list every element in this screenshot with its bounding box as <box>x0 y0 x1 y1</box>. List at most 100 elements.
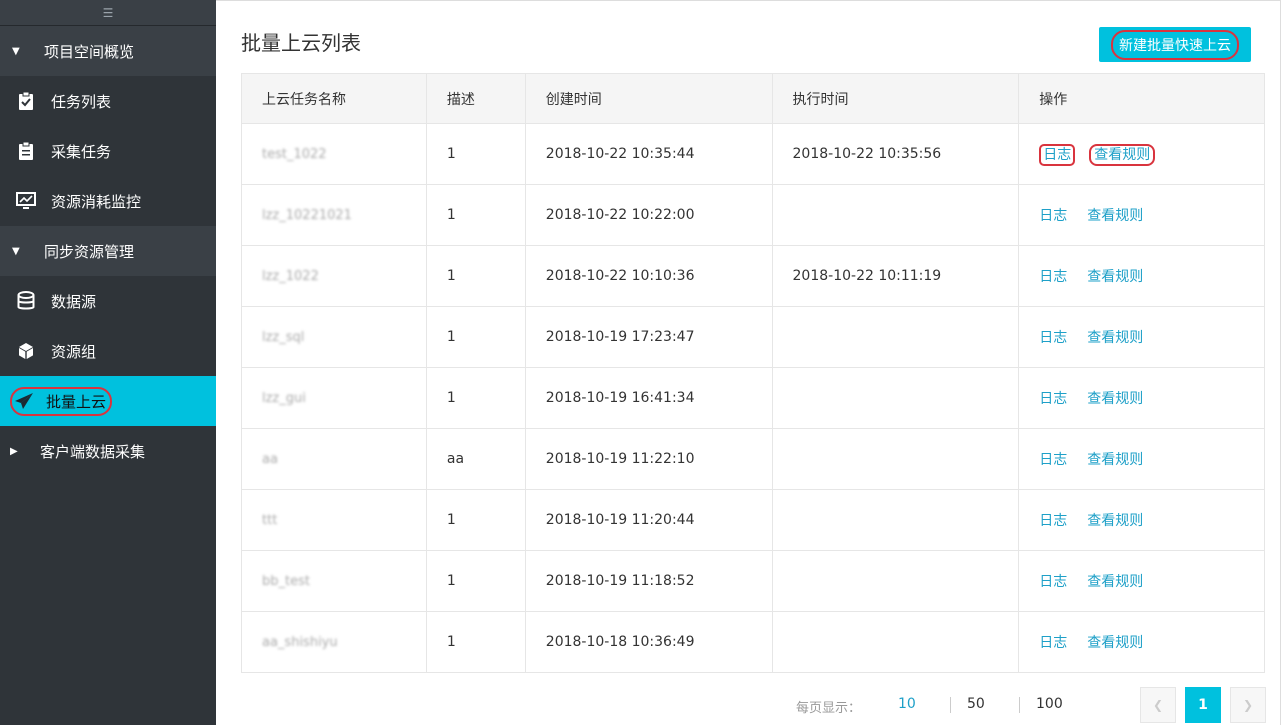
description-cell: 1 <box>425 550 526 612</box>
log-link[interactable]: 日志 <box>1039 208 1067 224</box>
table-row: aa_shishiyu 1 2018-10-18 10:36:49 日志 查看规则 <box>241 611 1265 673</box>
table-row: lzz_10221021 1 2018-10-22 10:22:00 日志 查看规则 <box>241 184 1265 246</box>
actions-cell: 日志 查看规则 <box>1018 306 1265 368</box>
sidebar-item-task-list[interactable]: 任务列表 <box>0 76 216 126</box>
sidebar-item-label: 资源消耗监控 <box>51 192 142 211</box>
column-header: 执行时间 <box>771 73 1020 124</box>
clipboard-check-icon <box>16 91 36 111</box>
log-link[interactable]: 日志 <box>1039 330 1067 346</box>
column-header: 操作 <box>1018 73 1265 124</box>
executed-time-cell <box>771 550 1020 612</box>
nav-group-label: 同步资源管理 <box>44 242 135 261</box>
nav-group-project-overview[interactable]: ▼ 项目空间概览 <box>0 26 216 76</box>
actions-cell: 日志 查看规则 <box>1018 428 1265 490</box>
task-name-cell: aa <box>241 428 427 490</box>
executed-time-cell: 2018-10-22 10:11:19 <box>771 245 1020 307</box>
main-content: 批量上云列表 新建批量快速上云 上云任务名称 描述 创建时间 执行时间 操作 t… <box>216 0 1281 725</box>
view-rules-link[interactable]: 查看规则 <box>1087 269 1143 285</box>
active-highlight: 批量上云 <box>10 386 113 416</box>
table-row: aa aa 2018-10-19 11:22:10 日志 查看规则 <box>241 428 1265 490</box>
caret-down-icon: ▼ <box>12 45 20 57</box>
hamburger-icon[interactable]: ☰ <box>0 0 216 26</box>
executed-time-cell <box>771 428 1020 490</box>
sidebar-item-resource-monitor[interactable]: 资源消耗监控 <box>0 176 216 226</box>
description-cell: 1 <box>425 611 526 673</box>
actions-cell: 日志 查看规则 <box>1018 550 1265 612</box>
task-name-cell: aa_shishiyu <box>241 611 427 673</box>
page-title: 批量上云列表 <box>241 31 361 55</box>
description-cell: aa <box>425 428 526 490</box>
sidebar-item-batch-upload[interactable]: 批量上云 <box>0 376 216 426</box>
page-size-option[interactable]: 50 <box>967 696 985 712</box>
executed-time-cell <box>771 367 1020 429</box>
view-rules-link[interactable]: 查看规则 <box>1087 391 1143 407</box>
nav-group-label: 客户端数据采集 <box>40 442 146 461</box>
nav-group-sync-resources[interactable]: ▼ 同步资源管理 <box>0 226 216 276</box>
log-link[interactable]: 日志 <box>1039 391 1067 407</box>
view-rules-link[interactable]: 查看规则 <box>1087 452 1143 468</box>
actions-cell: 日志 查看规则 <box>1018 245 1265 307</box>
sidebar-item-label: 批量上云 <box>46 392 107 411</box>
actions-cell: 日志 查看规则 <box>1018 367 1265 429</box>
view-rules-link[interactable]: 查看规则 <box>1089 144 1156 166</box>
page-size-option[interactable]: 10 <box>898 696 916 712</box>
created-time-cell: 2018-10-19 17:23:47 <box>524 306 773 368</box>
actions-cell: 日志 查看规则 <box>1018 489 1265 551</box>
task-name-cell: ttt <box>241 489 427 551</box>
chevron-right-icon[interactable]: ❯ <box>1230 687 1266 723</box>
table-row: test_1022 1 2018-10-22 10:35:44 2018-10-22 … <box>241 123 1265 185</box>
view-rules-link[interactable]: 查看规则 <box>1087 574 1143 590</box>
create-batch-button[interactable]: 新建批量快速上云 <box>1099 27 1251 62</box>
caret-right-icon: ▶ <box>10 445 18 457</box>
log-link[interactable]: 日志 <box>1039 574 1067 590</box>
table-row: lzz_1022 1 2018-10-22 10:10:36 2018-10-22 1… <box>241 245 1265 307</box>
created-time-cell: 2018-10-19 11:20:44 <box>524 489 773 551</box>
sidebar-item-datasource[interactable]: 数据源 <box>0 276 216 326</box>
log-link[interactable]: 日志 <box>1039 144 1076 166</box>
created-time-cell: 2018-10-22 10:22:00 <box>524 184 773 246</box>
task-name-cell: lzz_sql <box>241 306 427 368</box>
nav-group-label: 项目空间概览 <box>44 42 135 61</box>
monitor-chart-icon <box>16 191 36 211</box>
chevron-left-icon[interactable]: ❮ <box>1140 687 1176 723</box>
task-name-cell: lzz_10221021 <box>241 184 427 246</box>
executed-time-cell <box>771 611 1020 673</box>
created-time-cell: 2018-10-19 11:22:10 <box>524 428 773 490</box>
task-name-cell: test_1022 <box>241 123 427 185</box>
page-size-option[interactable]: 100 <box>1036 696 1063 712</box>
description-cell: 1 <box>425 489 526 551</box>
clipboard-icon <box>16 141 36 161</box>
create-batch-button-label: 新建批量快速上云 <box>1111 29 1239 60</box>
sidebar-item-label: 资源组 <box>51 342 97 361</box>
actions-cell: 日志 查看规则 <box>1018 123 1265 185</box>
task-table: 上云任务名称 描述 创建时间 执行时间 操作 test_1022 1 2018-10… <box>241 73 1265 673</box>
view-rules-link[interactable]: 查看规则 <box>1087 208 1143 224</box>
created-time-cell: 2018-10-22 10:10:36 <box>524 245 773 307</box>
description-cell: 1 <box>425 306 526 368</box>
divider <box>1019 697 1020 713</box>
description-cell: 1 <box>425 245 526 307</box>
task-name-cell: bb_test <box>241 550 427 612</box>
column-header: 描述 <box>425 73 526 124</box>
page-size-label: 每页显示： <box>796 701 862 716</box>
executed-time-cell <box>771 489 1020 551</box>
paper-plane-icon <box>14 391 34 411</box>
log-link[interactable]: 日志 <box>1039 452 1067 468</box>
table-row: lzz_gui 1 2018-10-19 16:41:34 日志 查看规则 <box>241 367 1265 429</box>
actions-cell: 日志 查看规则 <box>1018 184 1265 246</box>
view-rules-link[interactable]: 查看规则 <box>1087 513 1143 529</box>
log-link[interactable]: 日志 <box>1039 635 1067 651</box>
description-cell: 1 <box>425 184 526 246</box>
sidebar: ☰ ▼ 项目空间概览 任务列表 采集任务 资源消耗监控 ▼ 同步资源管理 数据源 <box>0 0 216 725</box>
view-rules-link[interactable]: 查看规则 <box>1087 330 1143 346</box>
cube-icon <box>16 341 36 361</box>
column-header: 创建时间 <box>524 73 773 124</box>
task-name-cell: lzz_gui <box>241 367 427 429</box>
log-link[interactable]: 日志 <box>1039 513 1067 529</box>
sidebar-item-collect-tasks[interactable]: 采集任务 <box>0 126 216 176</box>
nav-group-client-collect[interactable]: ▶ 客户端数据采集 <box>0 426 216 476</box>
sidebar-item-resource-group[interactable]: 资源组 <box>0 326 216 376</box>
view-rules-link[interactable]: 查看规则 <box>1087 635 1143 651</box>
log-link[interactable]: 日志 <box>1039 269 1067 285</box>
page-number-button[interactable]: 1 <box>1185 687 1221 723</box>
